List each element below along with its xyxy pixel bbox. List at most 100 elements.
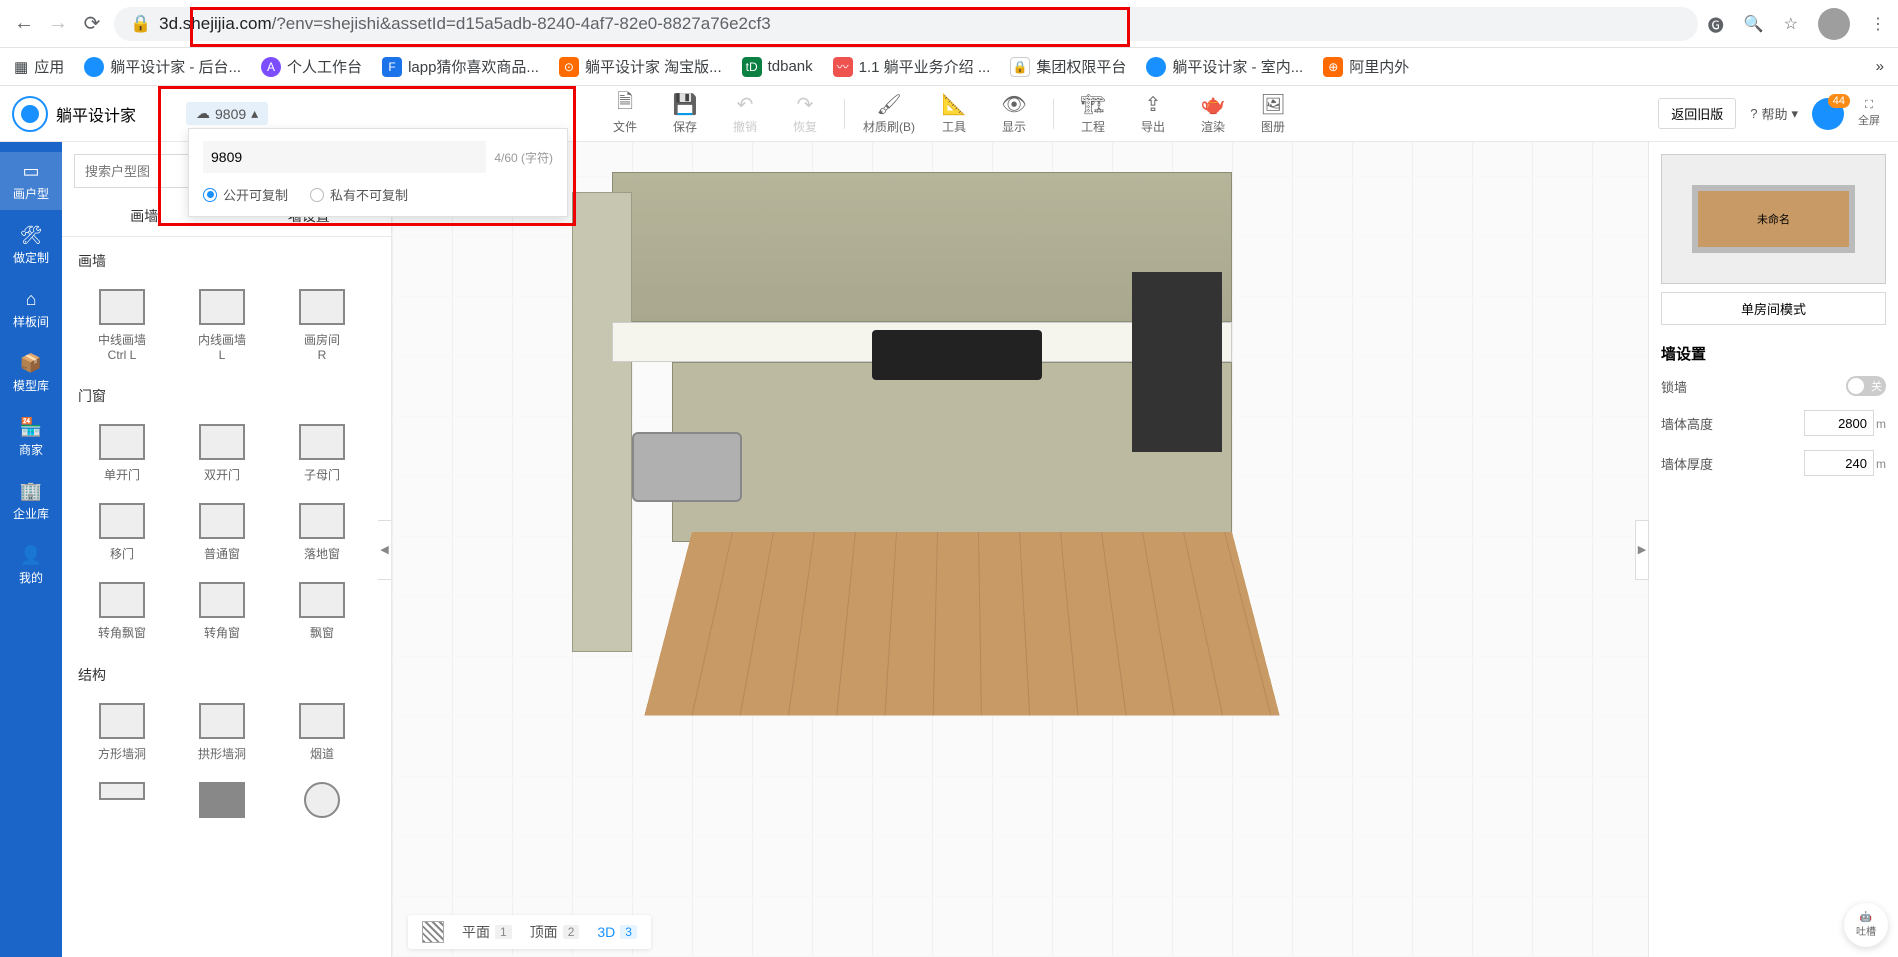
- fullscreen-icon: ⛶: [1865, 99, 1873, 112]
- forward-button[interactable]: →: [46, 12, 70, 36]
- kitchen-scene: [572, 172, 1272, 692]
- display-menu[interactable]: 👁显示: [993, 92, 1035, 135]
- tool-flue[interactable]: 烟道: [272, 693, 372, 772]
- view-plan[interactable]: 平面1: [462, 922, 512, 942]
- minimap[interactable]: 未命名: [1661, 154, 1886, 284]
- bookmark-item[interactable]: A个人工作台: [261, 56, 362, 77]
- rail-enterprise[interactable]: 🏢企业库: [0, 472, 62, 530]
- site-icon: F: [382, 57, 402, 77]
- material-brush[interactable]: 🖌材质刷(B): [863, 92, 915, 135]
- app-toolbar: 躺平设计家 ☁ 9809 ▴ 🗎文件 💾保存 ↶撤销 ↷恢复 🖌材质刷(B) 📐…: [0, 86, 1898, 142]
- return-old-version-button[interactable]: 返回旧版: [1658, 98, 1736, 129]
- tool-rect-opening[interactable]: 方形墙洞: [72, 693, 172, 772]
- tool-floor-window[interactable]: 落地窗: [272, 493, 372, 572]
- project-name-input[interactable]: [203, 141, 486, 173]
- project-name-chip[interactable]: ☁ 9809 ▴: [186, 102, 268, 125]
- bookmark-item[interactable]: Flapp猜你喜欢商品...: [382, 56, 539, 77]
- render-button[interactable]: 🫖渲染: [1192, 92, 1234, 135]
- right-panel-collapse-handle[interactable]: ▶: [1635, 520, 1649, 580]
- tool-innerline-wall[interactable]: 内线画墙 L: [172, 279, 272, 372]
- tool-single-door[interactable]: 单开门: [72, 414, 172, 493]
- rail-showroom[interactable]: ⌂样板间: [0, 280, 62, 338]
- logo-icon: [12, 96, 48, 132]
- redo-button[interactable]: ↷恢复: [784, 92, 826, 135]
- tool-bay-window[interactable]: 飘窗: [272, 572, 372, 651]
- rail-merchant[interactable]: 🏪商家: [0, 408, 62, 466]
- view-top[interactable]: 顶面2: [530, 922, 580, 942]
- profile-avatar[interactable]: [1818, 8, 1850, 40]
- rail-mine[interactable]: 👤我的: [0, 536, 62, 594]
- project-name-popup: 4/60 (字符) 公开可复制 私有不可复制: [188, 128, 568, 217]
- url-bar[interactable]: 🔒 3d.shejijia.com/?env=shejishi&assetId=…: [114, 7, 1698, 41]
- tool-arch-opening[interactable]: 拱形墙洞: [172, 693, 272, 772]
- single-door-icon: [99, 424, 145, 460]
- 3d-canvas[interactable]: 平面1 顶面2 3D3: [392, 142, 1648, 957]
- bookmark-item[interactable]: tDtdbank: [742, 57, 813, 77]
- apps-shortcut[interactable]: ▦应用: [14, 56, 64, 77]
- separator: [1053, 99, 1054, 129]
- tools-menu[interactable]: 📐工具: [933, 92, 975, 135]
- export-button[interactable]: ⇪导出: [1132, 92, 1174, 135]
- section-title: 画墙: [62, 237, 391, 279]
- robot-icon: 🤖: [1860, 912, 1872, 923]
- file-menu[interactable]: 🗎文件: [604, 92, 646, 135]
- site-icon: tD: [742, 57, 762, 77]
- save-button[interactable]: 💾保存: [664, 92, 706, 135]
- beam-icon: [99, 782, 145, 800]
- bookmark-item[interactable]: ⊙躺平设计家 淘宝版...: [559, 56, 722, 77]
- tool-draw-room[interactable]: 画房间 R: [272, 279, 372, 372]
- feedback-button[interactable]: 🤖 吐槽: [1844, 903, 1888, 947]
- floorplan-icon: ▭: [20, 160, 42, 182]
- visibility-public-radio[interactable]: 公开可复制: [203, 185, 288, 204]
- notification-badge: 44: [1828, 94, 1850, 108]
- rail-floorplan[interactable]: ▭画户型: [0, 152, 62, 210]
- bookmark-item[interactable]: ⊕阿里内外: [1323, 56, 1409, 77]
- logo-text: 躺平设计家: [56, 102, 136, 126]
- shop-icon: 🏪: [20, 416, 42, 438]
- wrench-icon: 🛠: [20, 224, 42, 246]
- kebab-menu-icon[interactable]: ⋮: [1870, 14, 1886, 34]
- undo-button[interactable]: ↶撤销: [724, 92, 766, 135]
- bookmark-item[interactable]: 躺平设计家 - 后台...: [84, 56, 241, 77]
- rect-opening-icon: [99, 703, 145, 739]
- visibility-private-radio[interactable]: 私有不可复制: [310, 185, 408, 204]
- tool-centerline-wall[interactable]: 中线画墙 Ctrl L: [72, 279, 172, 372]
- props-title: 墙设置: [1661, 343, 1886, 364]
- tool-corner-window[interactable]: 转角窗: [172, 572, 272, 651]
- site-icon: A: [261, 57, 281, 77]
- translate-icon[interactable]: 🅖: [1708, 12, 1724, 36]
- zoom-icon[interactable]: 🔍: [1744, 14, 1764, 34]
- fullscreen-button[interactable]: ⛶全屏: [1858, 99, 1880, 128]
- wall-thickness-input[interactable]: [1804, 450, 1874, 476]
- bookmarks-overflow[interactable]: »: [1876, 58, 1884, 75]
- tool-normal-window[interactable]: 普通窗: [172, 493, 272, 572]
- hatch-toggle[interactable]: [422, 921, 444, 943]
- user-avatar[interactable]: 44: [1812, 98, 1844, 130]
- tool-extra-2[interactable]: [172, 772, 272, 828]
- logo[interactable]: 躺平设计家: [0, 96, 180, 132]
- bookmark-item[interactable]: 🔒集团权限平台: [1010, 56, 1126, 77]
- bookmark-star-icon[interactable]: ☆: [1784, 14, 1798, 34]
- back-button[interactable]: ←: [12, 12, 36, 36]
- lock-wall-toggle[interactable]: 关: [1846, 376, 1886, 396]
- gallery-button[interactable]: 🖼图册: [1252, 92, 1294, 135]
- wall-height-input[interactable]: [1804, 410, 1874, 436]
- single-room-mode-button[interactable]: 单房间模式: [1661, 292, 1886, 325]
- bookmark-item[interactable]: 躺平设计家 - 室内...: [1146, 56, 1303, 77]
- rail-customize[interactable]: 🛠做定制: [0, 216, 62, 274]
- help-dropdown[interactable]: ?帮助▾: [1750, 104, 1798, 123]
- rail-model-library[interactable]: 📦模型库: [0, 344, 62, 402]
- reload-button[interactable]: ⟳: [80, 12, 104, 36]
- bookmark-item[interactable]: 〰1.1 躺平业务介绍 ...: [833, 56, 991, 77]
- view-3d[interactable]: 3D3: [597, 924, 637, 940]
- apps-grid-icon: ▦: [14, 58, 28, 76]
- palette-collapse-handle[interactable]: ◀: [378, 520, 392, 580]
- tool-extra-3[interactable]: [272, 772, 372, 828]
- tool-extra-1[interactable]: [72, 772, 172, 828]
- tool-uneven-door[interactable]: 子母门: [272, 414, 372, 493]
- engineering-icon: 🏗: [1081, 92, 1105, 116]
- engineering-menu[interactable]: 🏗工程: [1072, 92, 1114, 135]
- tool-corner-bay-window[interactable]: 转角飘窗: [72, 572, 172, 651]
- tool-sliding-door[interactable]: 移门: [72, 493, 172, 572]
- tool-double-door[interactable]: 双开门: [172, 414, 272, 493]
